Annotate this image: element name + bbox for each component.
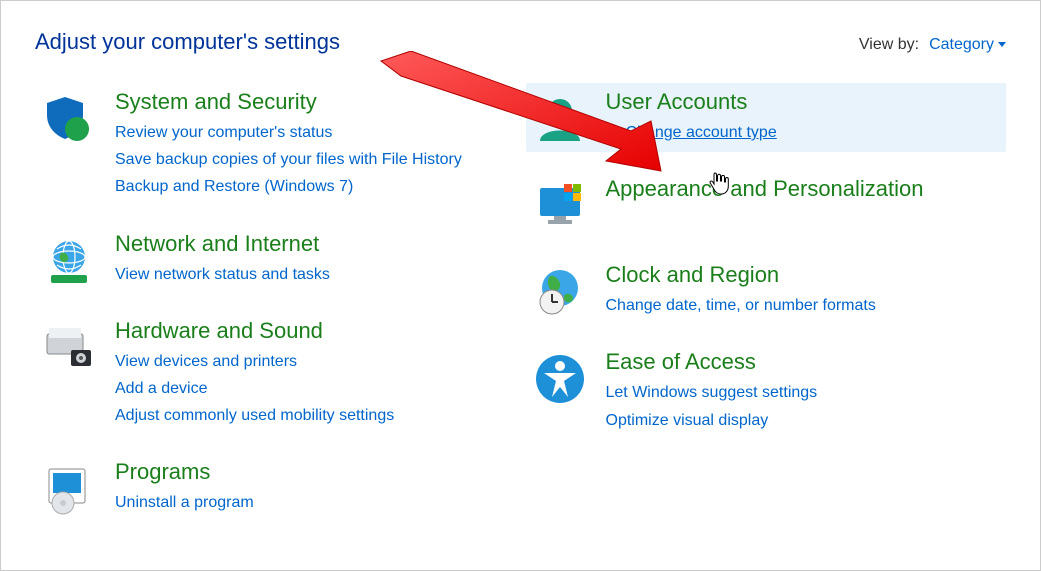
link-text: Add a device (115, 375, 208, 402)
category-title-clock-region[interactable]: Clock and Region (606, 262, 999, 288)
category-title-programs[interactable]: Programs (115, 459, 508, 485)
network-internet-icon (41, 231, 97, 288)
link-hardware-sound-0[interactable]: View devices and printers (115, 348, 508, 375)
category-clock-region[interactable]: Clock and Region Change date, time, or nu… (526, 256, 1007, 325)
link-text: Optimize visual display (606, 407, 769, 434)
system-security-icon (41, 89, 97, 201)
link-text: View devices and printers (115, 348, 297, 375)
clock-region-icon (532, 262, 588, 319)
uac-shield-icon (606, 125, 622, 141)
link-ease-of-access-1[interactable]: Optimize visual display (606, 407, 999, 434)
link-hardware-sound-1[interactable]: Add a device (115, 375, 508, 402)
link-network-internet-0[interactable]: View network status and tasks (115, 261, 508, 288)
category-appearance[interactable]: Appearance and Personalization (526, 170, 1007, 238)
viewby-container: View by: Category (859, 36, 1006, 54)
category-user-accounts[interactable]: User Accounts Change account type (526, 83, 1007, 152)
appearance-icon (532, 176, 588, 232)
category-ease-of-access[interactable]: Ease of Access Let Windows suggest settin… (526, 343, 1007, 439)
category-programs[interactable]: Programs Uninstall a program (35, 453, 516, 522)
page-title: Adjust your computer's settings (35, 29, 340, 55)
category-title-ease-of-access[interactable]: Ease of Access (606, 349, 999, 375)
chevron-down-icon (998, 42, 1006, 47)
link-text: Adjust commonly used mobility settings (115, 402, 394, 429)
category-title-user-accounts[interactable]: User Accounts (606, 89, 999, 115)
ease-of-access-icon (532, 349, 588, 433)
link-ease-of-access-0[interactable]: Let Windows suggest settings (606, 379, 999, 406)
category-title-network-internet[interactable]: Network and Internet (115, 231, 508, 257)
link-hardware-sound-2[interactable]: Adjust commonly used mobility settings (115, 402, 508, 429)
category-network-internet[interactable]: Network and Internet View network status … (35, 225, 516, 294)
programs-icon (41, 459, 97, 516)
viewby-dropdown[interactable]: Category (929, 36, 1006, 54)
link-user-accounts-0[interactable]: Change account type (606, 119, 999, 146)
link-system-security-2[interactable]: Backup and Restore (Windows 7) (115, 173, 508, 200)
viewby-value: Category (929, 36, 994, 53)
link-text: Let Windows suggest settings (606, 379, 818, 406)
link-text: Change date, time, or number formats (606, 292, 876, 319)
link-text: Uninstall a program (115, 489, 254, 516)
link-text: Save backup copies of your files with Fi… (115, 146, 462, 173)
link-text: Review your computer's status (115, 119, 332, 146)
category-title-hardware-sound[interactable]: Hardware and Sound (115, 318, 508, 344)
link-text: Change account type (626, 119, 777, 146)
category-title-system-security[interactable]: System and Security (115, 89, 508, 115)
viewby-label: View by: (859, 36, 919, 54)
link-text: Backup and Restore (Windows 7) (115, 173, 353, 200)
category-title-appearance[interactable]: Appearance and Personalization (606, 176, 999, 202)
link-clock-region-0[interactable]: Change date, time, or number formats (606, 292, 999, 319)
hardware-sound-icon (41, 318, 97, 430)
link-programs-0[interactable]: Uninstall a program (115, 489, 508, 516)
link-text: View network status and tasks (115, 261, 330, 288)
category-hardware-sound[interactable]: Hardware and Sound View devices and print… (35, 312, 516, 436)
link-system-security-1[interactable]: Save backup copies of your files with Fi… (115, 146, 508, 173)
link-system-security-0[interactable]: Review your computer's status (115, 119, 508, 146)
user-accounts-icon (532, 89, 588, 146)
category-system-security[interactable]: System and Security Review your computer'… (35, 83, 516, 207)
